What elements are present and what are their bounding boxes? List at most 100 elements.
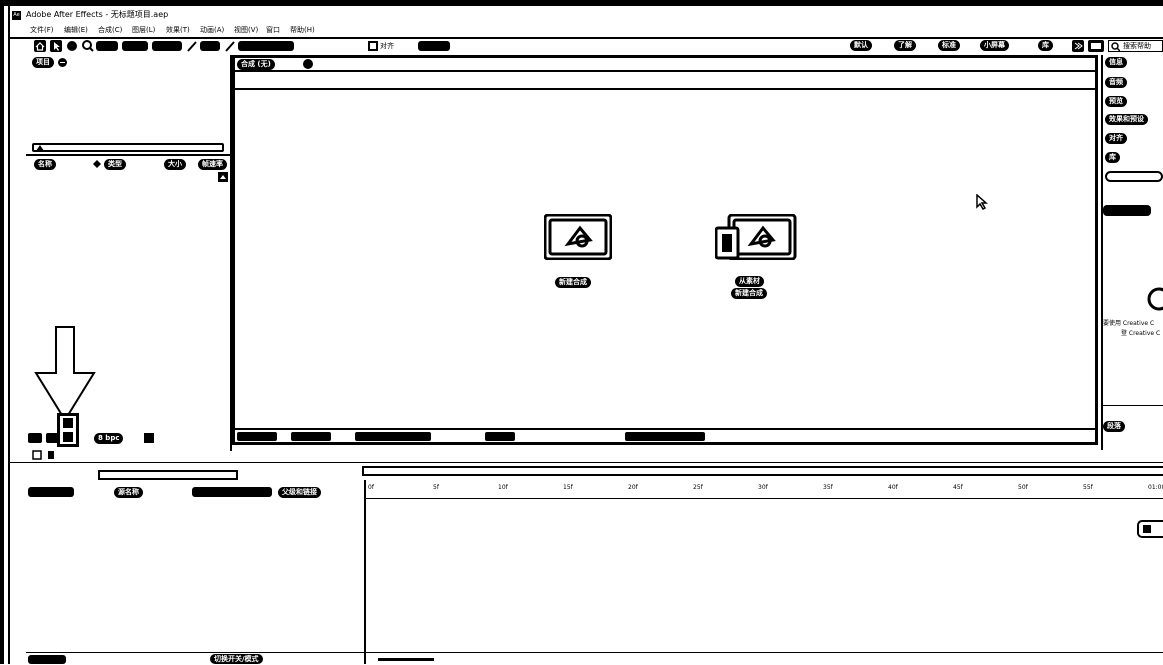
panel-menu-icon[interactable] [58,58,67,67]
ruler-tick-label: 10f [498,484,508,491]
source-name-column[interactable]: 源名称 [114,487,143,498]
workspace-more-icon[interactable] [1072,40,1084,52]
parent-link-column[interactable]: 父级和链接 [278,487,321,498]
toggle-switches-modes[interactable]: 切换开关/模式 [210,654,263,664]
left-frame-inner [8,6,10,664]
workspace-small-screen[interactable]: 小屏幕 [980,40,1009,51]
highlighted-button[interactable] [57,413,79,447]
tool-group-camera[interactable] [96,41,118,51]
composition-panel: 合成 (无) 新建合成 从素材 新建合成 [232,55,1098,445]
fit-control[interactable] [291,432,331,441]
pen-tool-icon[interactable] [186,40,198,52]
project-column-headers: 名称 类型 大小 帧速率 [28,159,230,170]
project-header-divider [26,154,230,156]
new-composition-label[interactable]: 新建合成 [555,277,591,288]
bpc-indicator[interactable]: 8 bpc [94,433,124,444]
from-footage-label-line2[interactable]: 新建合成 [731,288,767,299]
timeline-bottom-icons[interactable] [28,655,66,664]
zoom-tool-icon[interactable] [82,40,94,52]
interpret-footage-icon[interactable] [28,433,42,443]
tool-group-type[interactable] [200,41,220,51]
from-footage-label-line1[interactable]: 从素材 [735,276,764,287]
tool-group-stamp[interactable] [238,41,294,51]
panel-preview[interactable]: 预览 [1105,96,1127,107]
help-search-box[interactable]: 搜索帮助 [1108,40,1163,52]
lock-icon[interactable] [303,59,313,69]
ruler-divider [364,498,1163,499]
comp-bottom-divider [235,428,1095,430]
highlighted-button-bottom [63,432,73,442]
resolution-control[interactable] [355,432,431,441]
menu-view[interactable]: 视图(V) [234,25,258,35]
workspace-standard[interactable]: 标准 [938,40,960,51]
snap-options[interactable] [418,41,450,51]
layer-switches[interactable] [192,487,272,497]
down-arrow-annotation-icon [34,326,96,422]
label-column-icon[interactable] [92,159,102,169]
menu-edit[interactable]: 编辑(E) [64,25,88,35]
panel-effects-presets[interactable]: 效果和预设 [1105,114,1148,125]
mouse-cursor-icon [976,194,988,210]
scroll-up-icon[interactable] [218,172,228,182]
camera-control[interactable] [485,432,515,441]
workspace-library[interactable]: 库 [1038,40,1053,51]
hand-tool-icon[interactable] [66,40,78,52]
brush-tool-icon[interactable] [224,40,236,52]
panel-paragraph[interactable]: 段落 [1103,421,1125,432]
col-name[interactable]: 名称 [34,159,56,170]
workspace-learn[interactable]: 了解 [894,40,916,51]
home-icon[interactable] [34,40,46,52]
render-queue-icon[interactable] [32,450,42,460]
right-panel-divider [1103,405,1163,406]
ruler-tick-label: 55f [1083,484,1093,491]
selection-tool-icon[interactable] [50,40,62,52]
snap-checkbox[interactable] [368,41,378,51]
timeline-bottom-divider [26,652,1163,653]
menu-file[interactable]: 文件(F) [30,25,54,35]
menu-effect[interactable]: 效果(T) [166,25,190,35]
timeline-switches[interactable] [244,469,354,480]
project-tab[interactable]: 项目 [32,57,54,68]
panel-layout-icon[interactable] [1088,40,1104,52]
tool-group-anchor[interactable] [122,41,148,51]
menu-layer[interactable]: 图层(L) [132,25,155,35]
col-type[interactable]: 类型 [104,159,126,170]
library-dropdown[interactable] [1103,205,1151,216]
av-switches[interactable] [28,487,74,497]
help-search-label: 搜索帮助 [1123,42,1151,50]
title-bar: Ae Adobe After Effects - 无标题项目.aep [10,8,1163,24]
tool-group-shape[interactable] [152,41,182,51]
new-comp-from-footage-icon[interactable] [715,214,797,260]
time-navigator[interactable] [362,466,1163,476]
magnification-control[interactable] [237,432,277,441]
composition-tab[interactable]: 合成 (无) [237,59,275,70]
comp-viewer-top [235,88,1095,90]
cc-sign-in-text-2: 登 Creative C [1121,330,1161,337]
panel-library[interactable]: 库 [1105,152,1120,163]
search-icon [1111,42,1120,51]
right-panels: 信息 音频 预览 效果和预设 对齐 库 要使用 Creative C 登 Cre… [1103,55,1163,450]
menu-composition[interactable]: 合成(C) [98,25,122,35]
workspace-default[interactable]: 默认 [850,40,872,51]
project-search-input[interactable] [32,143,224,152]
cc-sign-in-text-1: 要使用 Creative C [1103,320,1155,327]
col-frame-rate[interactable]: 帧速率 [198,159,227,170]
comp-button-icon[interactable] [1137,520,1163,538]
new-composition-icon[interactable] [544,214,612,260]
library-search-input[interactable] [1105,171,1163,182]
panel-info[interactable]: 信息 [1105,57,1127,68]
panel-audio[interactable]: 音频 [1105,77,1127,88]
ruler-tick-label: 01:00f [1148,484,1163,491]
zoom-slider[interactable] [378,658,434,661]
menu-help[interactable]: 帮助(H) [290,25,315,35]
new-comp-small-icon[interactable] [144,433,154,443]
menu-animation[interactable]: 动画(A) [200,25,224,35]
views-control[interactable] [625,432,705,441]
panel-align[interactable]: 对齐 [1105,133,1127,144]
ruler-tick-label: 5f [433,484,439,491]
menu-window[interactable]: 窗口 [266,25,280,35]
ruler-tick-label: 35f [823,484,833,491]
timeline-search-input[interactable] [98,470,238,480]
col-size[interactable]: 大小 [164,159,186,170]
trash-icon[interactable] [46,450,56,460]
